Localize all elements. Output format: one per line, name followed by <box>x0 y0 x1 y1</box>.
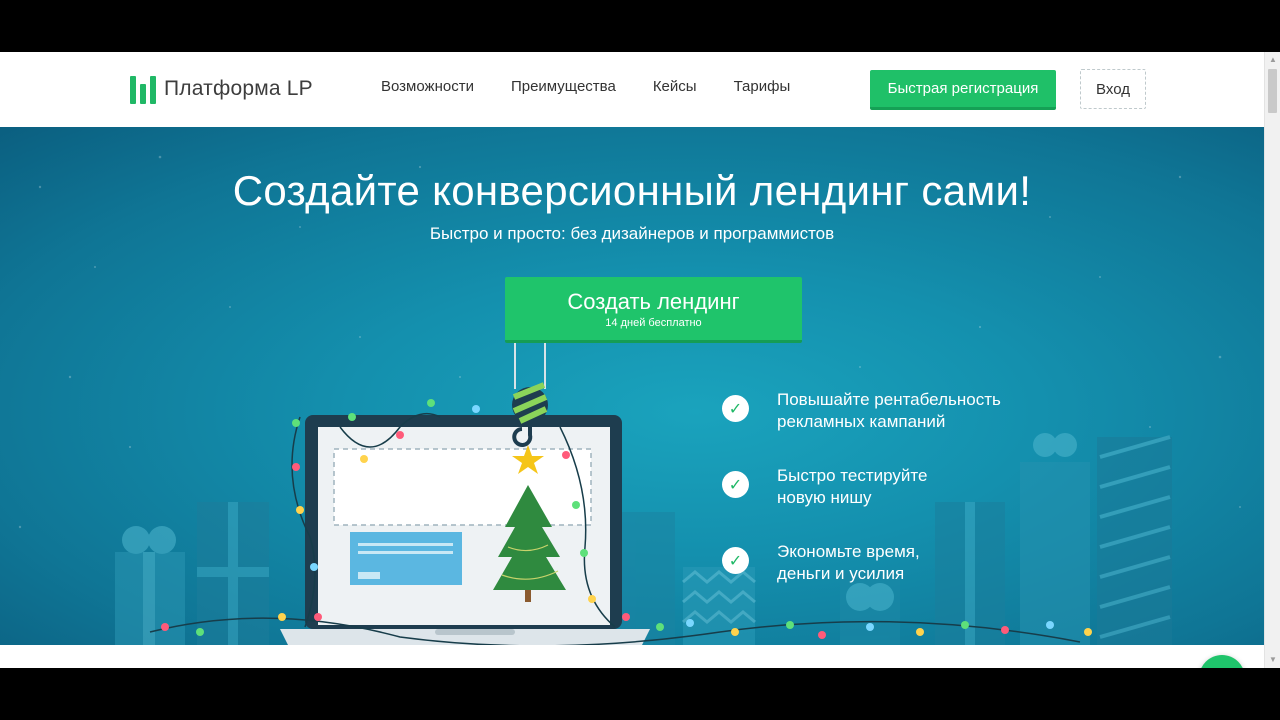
cta-main-label: Создать лендинг <box>567 289 740 314</box>
cta-sub-label: 14 дней бесплатно <box>605 317 702 329</box>
hero-section: Создайте конверсионный лендинг сами! Быс… <box>0 127 1264 645</box>
scroll-down-arrow-icon[interactable]: ▼ <box>1268 655 1278 665</box>
hero-subtitle: Быстро и просто: без дизайнеров и програ… <box>429 224 835 243</box>
logo-mark-icon <box>130 74 156 104</box>
feature-line: рекламных кампаний <box>777 412 946 431</box>
hero-title: Создайте конверсионный лендинг сами! <box>232 167 1032 214</box>
feature-line: новую нишу <box>777 488 872 507</box>
nav-item-pricing[interactable]: Тарифы <box>734 78 791 95</box>
quick-register-button[interactable]: Быстрая регистрация <box>870 70 1056 110</box>
login-button[interactable]: Вход <box>1080 69 1146 109</box>
logo[interactable]: Платформа LP <box>130 74 313 104</box>
laptop-icon <box>280 415 650 645</box>
logo-text: Платформа LP <box>164 77 313 100</box>
main-nav: Возможности Преимущества Кейсы Тарифы <box>381 78 790 95</box>
check-icon: ✓ <box>722 547 749 574</box>
scroll-up-arrow-icon[interactable]: ▲ <box>1268 55 1278 65</box>
check-icon: ✓ <box>722 395 749 422</box>
chat-icon <box>1210 667 1234 668</box>
feature-line: Быстро тестируйте <box>777 466 928 485</box>
feature-line: деньги и усилия <box>777 564 905 583</box>
browser-viewport: Платформа LP Возможности Преимущества Ке… <box>0 52 1280 668</box>
scroll-thumb[interactable] <box>1268 69 1277 113</box>
check-icon: ✓ <box>722 471 749 498</box>
nav-item-advantages[interactable]: Преимущества <box>511 78 616 95</box>
vertical-scrollbar[interactable]: ▲ ▼ <box>1264 52 1280 668</box>
feature-line: Повышайте рентабельность <box>777 390 1001 409</box>
nav-item-cases[interactable]: Кейсы <box>653 78 697 95</box>
nav-item-features[interactable]: Возможности <box>381 78 474 95</box>
next-section-edge <box>0 645 1264 668</box>
feature-line: Экономьте время, <box>777 542 920 561</box>
site-header: Платформа LP Возможности Преимущества Ке… <box>0 52 1264 127</box>
create-landing-button[interactable]: Создать лендинг 14 дней бесплатно <box>505 277 802 343</box>
